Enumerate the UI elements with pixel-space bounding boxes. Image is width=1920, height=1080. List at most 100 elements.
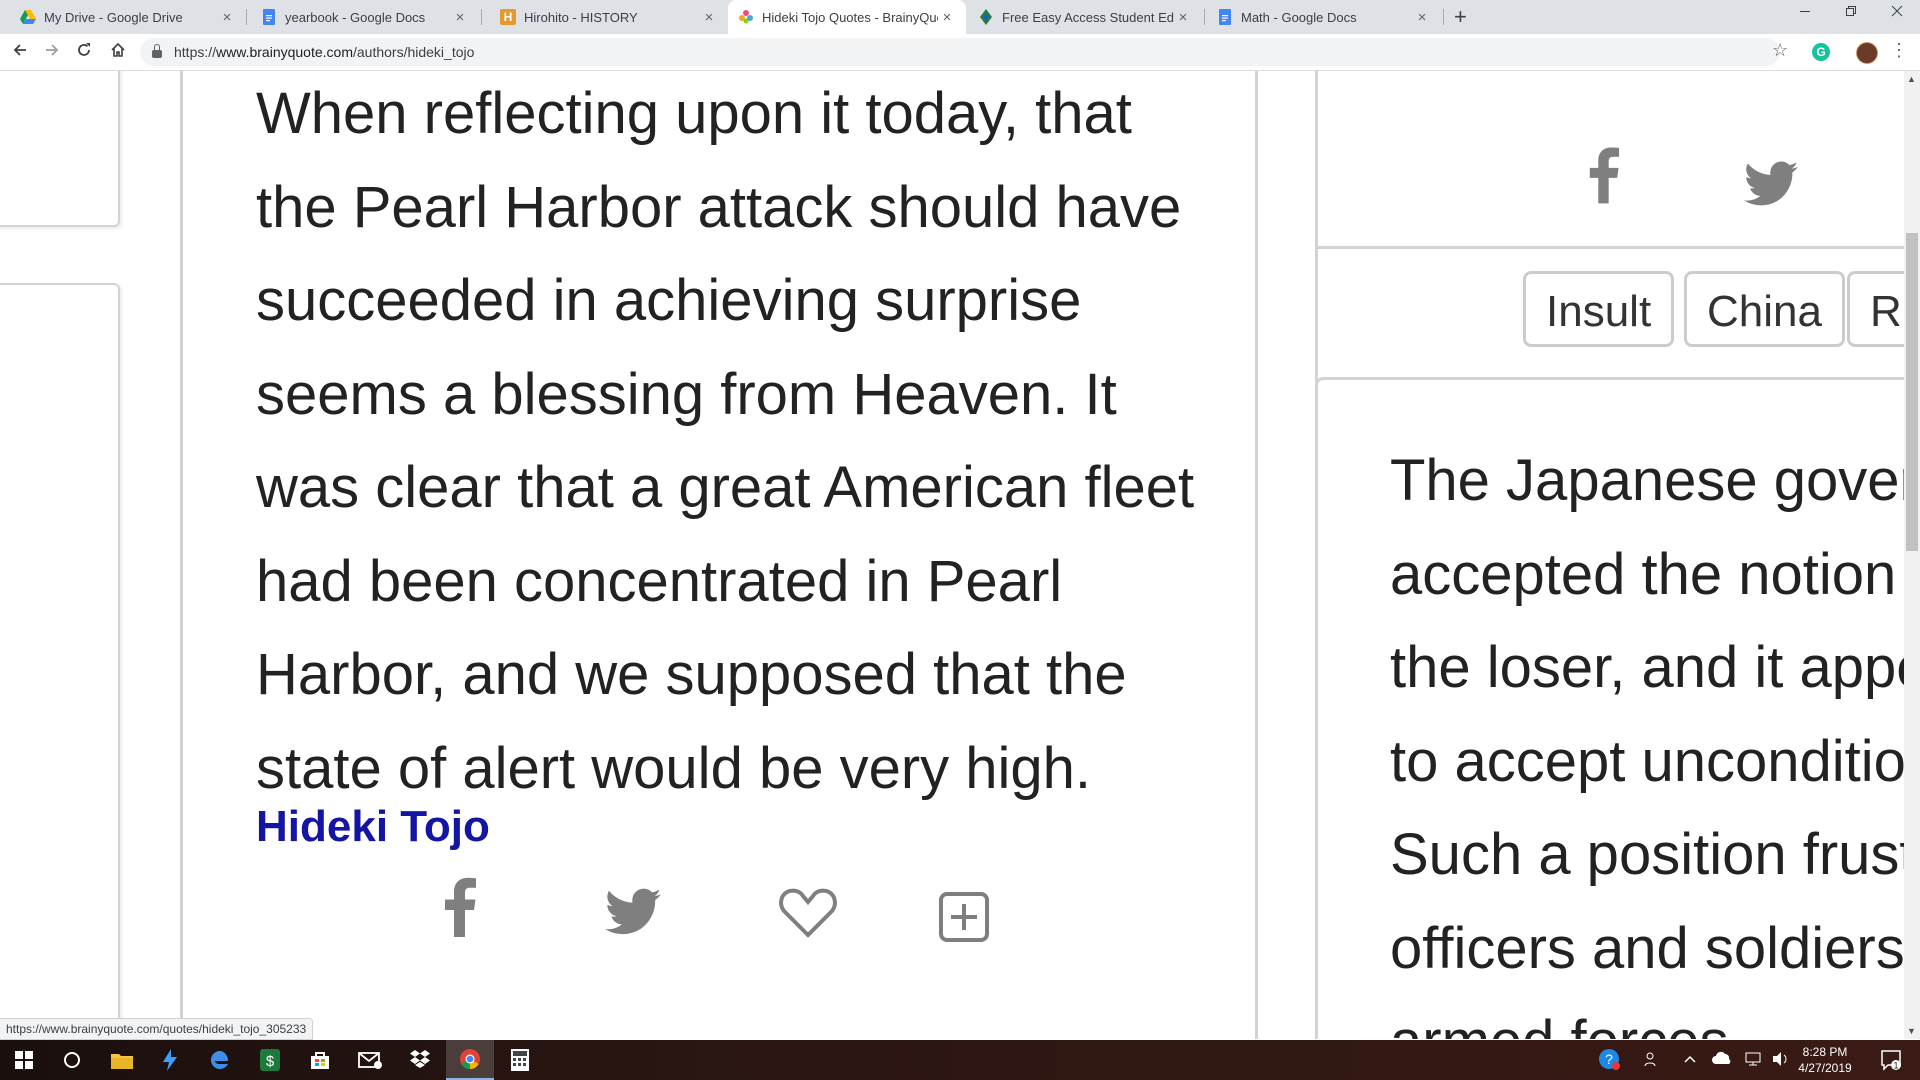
network-tray-icon[interactable] [1744,1051,1762,1070]
tag-partial[interactable]: R [1847,271,1904,347]
mail-icon[interactable] [346,1040,394,1080]
show-hidden-icons-chevron-icon[interactable] [1684,1051,1696,1067]
chrome-taskbar-icon[interactable] [446,1040,494,1080]
add-to-collection-icon[interactable] [939,887,989,956]
tag-insult[interactable]: Insult [1523,271,1675,347]
lock-icon [152,44,162,58]
left-card-main [0,283,120,1039]
windows-start-icon[interactable] [0,1040,48,1080]
tab-label: Math - Google Docs [1241,9,1357,25]
close-tab-icon[interactable]: × [218,9,236,26]
restore-button[interactable] [1828,4,1874,20]
reload-button[interactable] [72,42,96,63]
url-text[interactable]: https://www.brainyquote.com/authors/hide… [174,44,474,60]
money-app-icon[interactable]: $ [246,1040,294,1080]
tab-math[interactable]: Math - Google Docs × [1205,0,1441,34]
url-scheme: https:// [174,44,217,60]
google-docs-icon [261,9,277,25]
share-tags-card: Insult China R [1315,71,1904,393]
tab-strip: My Drive - Google Drive × yearbook - Goo… [0,0,1920,34]
tab-hirohito-history[interactable]: H Hirohito - HISTORY × [482,0,728,34]
left-card-top [0,71,120,227]
facebook-icon[interactable] [1586,146,1620,218]
scrollbar-thumb[interactable] [1906,233,1918,551]
scroll-down-arrow-icon[interactable]: ▼ [1907,1026,1916,1036]
svg-text:?: ? [1605,1051,1613,1067]
close-tab-icon[interactable]: × [1174,9,1192,26]
file-explorer-icon[interactable] [98,1040,146,1080]
student-edition-icon [978,9,994,25]
facebook-icon[interactable] [441,877,477,951]
windows-taskbar: $ ? 8:28 PM 4/27/2019 1 [0,1040,1920,1080]
volume-tray-icon[interactable] [1772,1051,1790,1070]
tab-label: Hideki Tojo Quotes - BrainyQuot [762,9,938,25]
browser-toolbar: https://www.brainyquote.com/authors/hide… [0,34,1920,71]
action-center-icon[interactable]: 1 [1880,1049,1902,1074]
author-link[interactable]: Hideki Tojo [256,802,490,852]
quote-line: accepted the notion [1390,541,1897,607]
new-tab-button[interactable]: + [1454,4,1467,30]
quote-card-secondary: The Japanese gover accepted the notion t… [1315,377,1904,1039]
google-drive-icon [20,9,36,25]
quote-line: Such a position frust [1390,822,1904,887]
tab-my-drive[interactable]: My Drive - Google Drive × [0,0,246,34]
tab-label: yearbook - Google Docs [285,9,426,25]
address-bar[interactable]: https://www.brainyquote.com/authors/hide… [140,38,1780,66]
back-button[interactable] [8,42,32,63]
tab-student-edition[interactable]: Free Easy Access Student Edition × [966,0,1202,34]
quote-card: When reflecting upon it today, that the … [180,71,1258,1039]
tab-label: Free Easy Access Student Edition [1002,9,1174,25]
help-tray-icon[interactable]: ? [1598,1048,1620,1073]
bookmark-star-icon[interactable]: ☆ [1772,40,1788,61]
secondary-quote-text[interactable]: The Japanese gover accepted the notion t… [1390,434,1904,1039]
heart-icon[interactable] [779,883,837,952]
history-icon: H [500,9,516,25]
quote-line: to accept unconditio [1390,728,1904,794]
page-scrollbar[interactable] [1904,71,1920,1039]
lightning-app-icon[interactable] [146,1040,194,1080]
quote-text[interactable]: When reflecting upon it today, that the … [256,71,1216,815]
onedrive-tray-icon[interactable] [1712,1051,1732,1068]
tag-china[interactable]: China [1684,271,1845,347]
quote-line: The Japanese gover [1390,448,1904,513]
link-status-bar: https://www.brainyquote.com/quotes/hidek… [0,1018,314,1040]
calculator-icon[interactable] [496,1040,544,1080]
svg-text:$: $ [266,1053,275,1070]
twitter-icon[interactable] [605,881,661,950]
tab-label: My Drive - Google Drive [44,9,183,25]
profile-avatar[interactable] [1856,42,1878,64]
brainyquote-icon [738,9,754,25]
dropbox-icon[interactable] [396,1040,444,1080]
scroll-up-arrow-icon[interactable]: ▲ [1907,74,1916,84]
close-tab-icon[interactable]: × [1413,9,1431,26]
twitter-icon[interactable] [1744,152,1798,221]
page-viewport: When reflecting upon it today, that the … [0,71,1904,1039]
clock-time: 8:28 PM [1802,1045,1848,1059]
minimize-button[interactable] [1782,4,1828,20]
tab-brainyquote[interactable]: Hideki Tojo Quotes - BrainyQuot × [728,0,966,34]
people-tray-icon[interactable] [1644,1051,1660,1070]
tab-label: Hirohito - HISTORY [524,9,638,25]
edge-browser-icon[interactable] [196,1040,244,1080]
svg-text:1: 1 [1893,1061,1898,1071]
browser-menu-icon[interactable]: ⋮ [1890,40,1908,61]
close-window-button[interactable] [1874,4,1920,20]
grammarly-extension-icon[interactable]: G [1812,43,1830,61]
cortana-search-icon[interactable] [48,1040,96,1080]
tab-yearbook[interactable]: yearbook - Google Docs × [247,0,479,34]
url-host: www.brainyquote.com [216,44,353,60]
url-path: /authors/hideki_tojo [352,44,475,60]
clock-date: 4/27/2019 [1798,1061,1852,1075]
system-clock[interactable]: 8:28 PM 4/27/2019 [1790,1044,1860,1076]
tab-separator [1443,9,1444,25]
close-tab-icon[interactable]: × [451,9,469,26]
quote-line: the loser, and it appe [1390,635,1904,700]
forward-button[interactable] [40,42,64,63]
home-button[interactable] [106,42,130,63]
store-icon[interactable] [296,1040,344,1080]
close-tab-icon[interactable]: × [938,9,956,26]
card-divider [1318,246,1904,249]
quote-line: officers and soldiers [1390,915,1904,981]
close-tab-icon[interactable]: × [700,9,718,26]
quote-line: armed forces [1390,995,1904,1039]
